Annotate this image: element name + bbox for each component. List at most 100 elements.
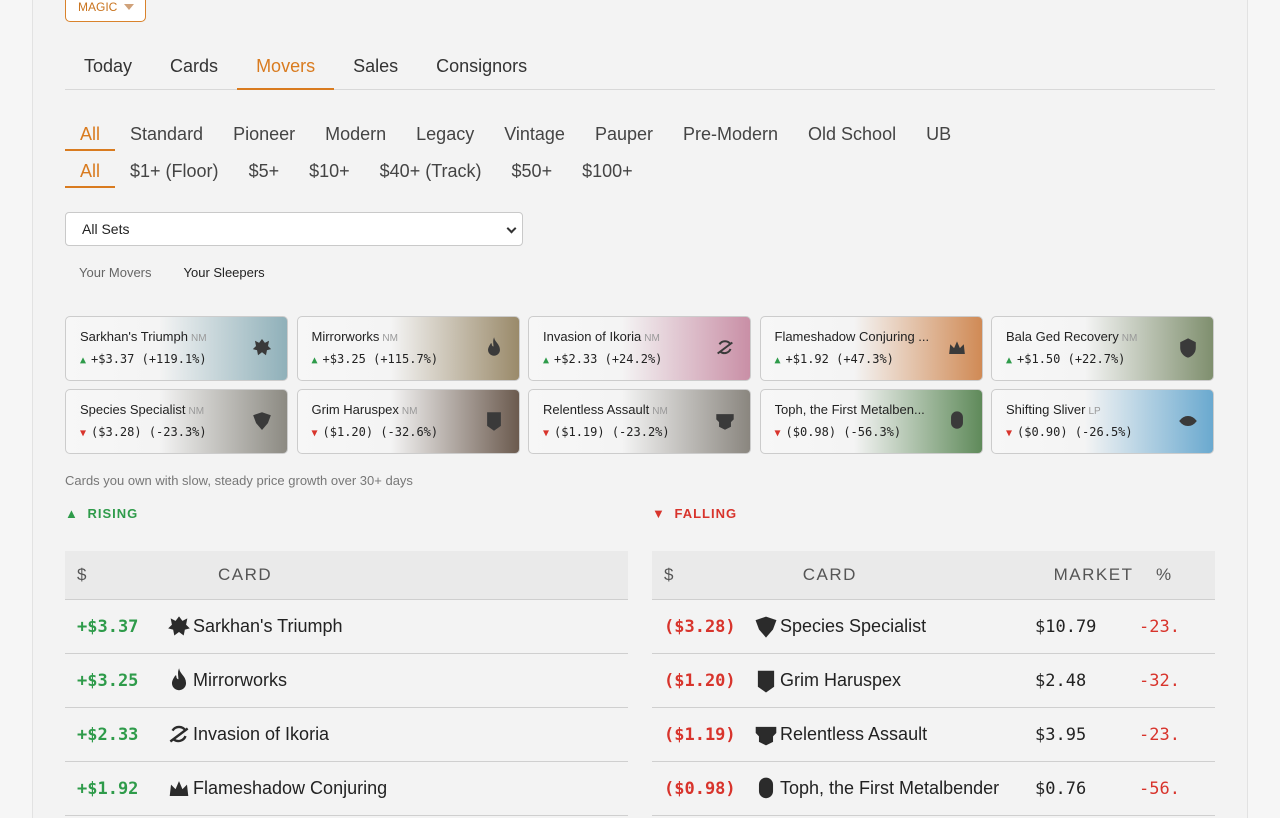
price-tier-item[interactable]: $10+ [294, 154, 365, 188]
percent-change: -23. [1139, 616, 1180, 637]
mover-card-title: Sarkhan's Triumph [80, 329, 188, 344]
falling-label: ▼ FALLING [652, 506, 737, 521]
mover-card-title: Bala Ged Recovery [1006, 329, 1119, 344]
rising-table: $ CARD +$3.37 Sarkhan's Triumph +$3.25 Mirr… [65, 551, 628, 816]
crown-icon [165, 775, 193, 803]
format-filter-item[interactable]: UB [911, 117, 966, 151]
banner-icon [752, 667, 780, 695]
format-filter: All Standard Pioneer Modern Legacy Vintage Pau… [65, 117, 966, 151]
format-filter-item[interactable]: Pioneer [218, 117, 310, 151]
mover-card[interactable]: Mirrorworks NM ▲ +$3.25 (+115.7%) [296, 316, 520, 381]
price-change: ($1.19) [664, 724, 736, 745]
mover-card[interactable]: Sarkhan's Triumph NM ▲ +$3.37 (+119.1%) [65, 316, 288, 381]
mover-card[interactable]: Shifting Sliver LP ▼ ($0.90) (-26.5%) [991, 389, 1214, 454]
table-row[interactable]: +$2.33 Invasion of Ikoria [65, 708, 628, 762]
header-card[interactable]: CARD [218, 565, 473, 585]
card-name[interactable]: Toph, the First Metalbender [780, 778, 1035, 799]
format-filter-item[interactable]: Pauper [580, 117, 668, 151]
header-amount[interactable]: $ [65, 565, 165, 585]
price-change: +$3.25 [77, 670, 139, 691]
price-change: ($0.98) [664, 778, 736, 799]
flame-icon [165, 667, 193, 695]
tab-your-movers[interactable]: Your Movers [65, 262, 166, 283]
mover-card[interactable]: Flameshadow Conjuring ... ▲ +$1.92 (+47.3%… [759, 316, 983, 381]
helm-icon [251, 410, 273, 432]
tab-today[interactable]: Today [65, 48, 151, 90]
tab-movers[interactable]: Movers [237, 48, 335, 90]
mover-card[interactable]: Bala Ged Recovery NM ▲ +$1.50 (+22.7%) [991, 316, 1214, 381]
table-row[interactable]: ($0.98) Toph, the First Metalbender $0.76 -… [652, 762, 1215, 816]
mover-card-delta-value: +$3.25 (+115.7%) [322, 352, 439, 366]
price-tier-item[interactable]: $50+ [497, 154, 568, 188]
falling-table: $ CARD MARKET % ($3.28) Species Specialis… [652, 551, 1215, 816]
mover-card-delta: ▼ ($0.98) (-56.3%) [775, 425, 968, 439]
price-tier-item[interactable]: $5+ [234, 154, 295, 188]
table-row[interactable]: ($1.19) Relentless Assault $3.95 -23. [652, 708, 1215, 762]
dragon-icon [165, 613, 193, 641]
header-market[interactable]: MARKET [1054, 565, 1156, 585]
card-name[interactable]: Relentless Assault [780, 724, 1035, 745]
price-tier-item[interactable]: All [65, 154, 116, 188]
table-row[interactable]: +$3.25 Mirrorworks [65, 654, 628, 708]
triangle-up-icon: ▲ [774, 355, 781, 366]
condition-badge: NM [382, 333, 398, 344]
card-name[interactable]: Invasion of Ikoria [193, 724, 448, 745]
price-tier-item[interactable]: $100+ [567, 154, 648, 188]
format-filter-item[interactable]: Legacy [401, 117, 489, 151]
mover-card-delta: ▲ +$2.33 (+24.2%) [543, 352, 736, 366]
market-price: $2.48 [1035, 670, 1087, 691]
tab-your-sleepers[interactable]: Your Sleepers [170, 262, 279, 283]
price-change: +$1.92 [77, 778, 139, 799]
tab-sales[interactable]: Sales [334, 48, 417, 90]
crown-icon [946, 337, 968, 359]
set-select[interactable]: All Sets [65, 212, 523, 246]
mover-card[interactable]: Species Specialist NM ▼ ($3.28) (-23.3%) [65, 389, 288, 454]
condition-badge: NM [644, 333, 660, 344]
format-filter-item[interactable]: Modern [310, 117, 401, 151]
mover-card-delta: ▲ +$3.37 (+119.1%) [80, 352, 273, 366]
game-select[interactable]: MAGIC [65, 0, 146, 22]
card-name[interactable]: Species Specialist [780, 616, 1035, 637]
mask-icon [752, 721, 780, 749]
header-card[interactable]: CARD [803, 565, 1054, 585]
card-name[interactable]: Sarkhan's Triumph [193, 616, 448, 637]
mover-card-grid: Sarkhan's Triumph NM ▲ +$3.37 (+119.1%) Mirr… [65, 316, 1215, 454]
header-pct[interactable]: % [1156, 565, 1215, 585]
tab-consignors[interactable]: Consignors [417, 48, 546, 90]
mover-card-delta-value: +$2.33 (+24.2%) [554, 352, 663, 366]
format-filter-item[interactable]: Standard [115, 117, 218, 151]
triangle-up-icon: ▲ [65, 506, 79, 521]
rising-label: ▲ RISING [65, 506, 138, 521]
mover-card[interactable]: Grim Haruspex NM ▼ ($1.20) (-32.6%) [296, 389, 520, 454]
fist-icon [946, 410, 968, 432]
header-amount[interactable]: $ [652, 565, 751, 585]
falling-label-text: FALLING [674, 506, 738, 521]
mover-card[interactable]: Toph, the First Metalben... ▼ ($0.98) (-56… [759, 389, 983, 454]
planet-icon [714, 337, 736, 359]
mover-card[interactable]: Invasion of Ikoria NM ▲ +$2.33 (+24.2%) [528, 316, 751, 381]
tab-cards[interactable]: Cards [151, 48, 237, 90]
triangle-up-icon: ▲ [311, 355, 318, 366]
fist-icon [752, 775, 780, 803]
mover-card-name: Toph, the First Metalben... [775, 402, 950, 417]
mover-card-delta: ▲ +$1.92 (+47.3%) [775, 352, 968, 366]
mover-card[interactable]: Relentless Assault NM ▼ ($1.19) (-23.2%) [528, 389, 751, 454]
table-row[interactable]: +$1.92 Flameshadow Conjuring [65, 762, 628, 816]
card-name[interactable]: Grim Haruspex [780, 670, 1035, 691]
price-tier-item[interactable]: $40+ (Track) [365, 154, 497, 188]
price-tier-item[interactable]: $1+ (Floor) [115, 154, 234, 188]
table-row[interactable]: ($1.20) Grim Haruspex $2.48 -32. [652, 654, 1215, 708]
table-row[interactable]: ($3.28) Species Specialist $10.79 -23. [652, 600, 1215, 654]
card-name[interactable]: Mirrorworks [193, 670, 448, 691]
mover-card-name: Species Specialist NM [80, 402, 255, 417]
mover-card-delta-value: ($3.28) (-23.3%) [91, 425, 207, 439]
card-name[interactable]: Flameshadow Conjuring [193, 778, 448, 799]
triangle-down-icon: ▼ [774, 428, 781, 439]
format-filter-item[interactable]: Old School [793, 117, 911, 151]
format-filter-item[interactable]: All [65, 117, 116, 151]
format-filter-item[interactable]: Vintage [489, 117, 580, 151]
mover-card-name: Invasion of Ikoria NM [543, 329, 718, 344]
sleepers-description: Cards you own with slow, steady price gr… [65, 473, 413, 488]
table-row[interactable]: +$3.37 Sarkhan's Triumph [65, 600, 628, 654]
format-filter-item[interactable]: Pre-Modern [668, 117, 793, 151]
